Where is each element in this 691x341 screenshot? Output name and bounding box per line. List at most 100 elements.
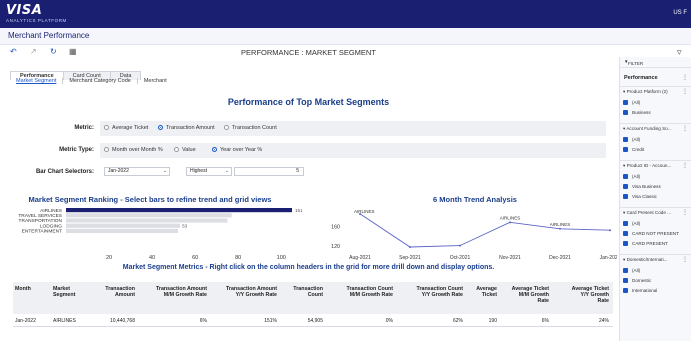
trend-point [609, 229, 611, 232]
checkbox-checked [623, 288, 628, 294]
filter-checkbox-item[interactable]: (All) [623, 100, 640, 106]
column-header[interactable]: Market Segment [53, 286, 93, 298]
filter-checkbox-item[interactable]: (All) [623, 174, 640, 180]
trend-line-chart: 160 120 Aug-2021 Sep-2021 Oct-2021 Nov-2021 De… [331, 209, 617, 261]
ranking-bar[interactable] [66, 213, 232, 218]
bar-selectors-row: Bar Chart Selectors: Jan-2022 ⌄ Highest ⌄ … [10, 165, 610, 180]
trend-point [459, 244, 461, 247]
count-input[interactable]: 5 [234, 167, 304, 176]
column-header-line: M/M Growth Rate [163, 292, 207, 299]
toolbar: ↶ ↗ ↻ ▦ PERFORMANCE : MARKET SEGMENT ▿ [0, 46, 689, 58]
table-cell: 6% [541, 318, 549, 324]
ranking-bar[interactable] [66, 218, 228, 223]
radio-average-ticket[interactable]: Average Ticket [104, 125, 148, 131]
filter-divider [620, 254, 691, 255]
filter-checkbox-item[interactable]: (All) [623, 137, 640, 143]
checkbox-checked [623, 174, 628, 180]
trend-point [509, 221, 511, 224]
column-header[interactable]: Average Ticket M/M Growth Rate [503, 286, 549, 305]
filter-group-title[interactable]: ▾ Card Present Code ... [623, 210, 671, 216]
column-header-line: Count [307, 292, 323, 299]
checkbox-checked [623, 231, 628, 237]
trend-point [409, 246, 411, 249]
point-label: AIRLINES [354, 209, 375, 214]
column-header[interactable]: Average Ticket [469, 286, 497, 298]
column-header[interactable]: Transaction Count M/M Growth Rate [329, 286, 394, 299]
filter-group-title[interactable]: ▾ Account Funding So... [623, 126, 672, 132]
more-icon[interactable]: ⋮ [682, 74, 688, 81]
radio-value[interactable]: Value [174, 147, 196, 153]
metric-type-row: Metric Type: Month over Month % Value Ye… [10, 143, 610, 158]
metric-label: Metric: [74, 125, 94, 131]
trend-point [559, 227, 561, 230]
table-cell: 6% [199, 318, 207, 324]
filter-checkbox-item[interactable]: CARD NOT PRESENT [623, 231, 679, 237]
table-cell: Jan-2022 [15, 318, 36, 324]
more-icon[interactable]: ⋮ [682, 125, 688, 132]
bar-category-label: LODGING [40, 223, 62, 229]
filter-checkbox-item[interactable]: Business [623, 110, 651, 116]
filter-group-title[interactable]: ▾ Product ID - Accoun... [623, 163, 671, 169]
radio-year-over-year[interactable]: Year over Year % [212, 147, 262, 153]
chevron-down-icon: ⌄ [162, 168, 167, 174]
filter-group-title[interactable]: ▾ Domestic/Internati... [623, 257, 667, 263]
filter-checkbox-item[interactable]: International [623, 288, 657, 294]
more-icon[interactable]: ⋮ [682, 256, 688, 263]
column-header[interactable]: Transaction Amount Y/Y Growth Rate [213, 286, 277, 298]
x-tick-label: Aug-2021 [349, 255, 371, 261]
column-header[interactable]: Transaction Count [283, 286, 323, 298]
x-tick-label: 100 [277, 255, 286, 261]
order-select[interactable]: Highest ⌄ [186, 167, 232, 176]
column-header-line: M/M Growth Rate [349, 292, 393, 299]
month-select[interactable]: Jan-2022 ⌄ [104, 167, 170, 176]
column-header[interactable]: Average Ticket Y/Y Growth Rate [555, 286, 609, 305]
filter-divider [620, 207, 691, 208]
bar-value-label: 151 [295, 208, 303, 213]
x-tick-label: 60 [192, 255, 198, 261]
ranking-bar[interactable] [66, 228, 178, 233]
ranking-bar[interactable] [66, 208, 292, 213]
trend-line [359, 213, 611, 248]
x-tick-label: Oct-2021 [450, 255, 471, 261]
subtab-market-segment[interactable]: Market Segment [14, 78, 64, 84]
filter-checkbox-item[interactable]: (All) [623, 221, 640, 227]
column-header[interactable]: Transaction Amount [97, 286, 135, 298]
main-tabs: Performance Card Count Data [10, 64, 142, 80]
more-icon[interactable]: ⋮ [682, 88, 688, 95]
ranking-bar[interactable] [66, 223, 181, 228]
radio-dot [104, 147, 109, 153]
subheader: Merchant Performance [0, 28, 691, 45]
filter-checkbox-item[interactable]: Visa Classic [623, 194, 657, 200]
column-header-line: Y/Y Growth Rate [421, 292, 463, 299]
more-icon[interactable]: ⋮ [682, 162, 688, 169]
radio-transaction-amount[interactable]: Transaction Amount [158, 125, 215, 131]
filter-divider [620, 86, 691, 87]
column-header[interactable]: Month [15, 286, 45, 292]
x-tick-label: 80 [235, 255, 241, 261]
y-tick-label: 120 [331, 244, 340, 250]
filter-checkbox-item[interactable]: Domestic [623, 278, 651, 284]
filter-header: ▼ FILTER [620, 57, 691, 68]
column-header[interactable]: Transaction Count Y/Y Growth Rate [399, 286, 464, 299]
radio-month-over-month[interactable]: Month over Month % [104, 147, 163, 153]
subtab-merchant[interactable]: Merchant [138, 78, 173, 84]
filter-checkbox-item[interactable]: CARD PRESENT [623, 241, 668, 247]
more-icon[interactable]: ⋮ [682, 209, 688, 216]
table-row[interactable]: Jan-2022 AIRLINES 10,440,768 6% 151% 54,905 0%… [13, 314, 613, 327]
filter-checkbox-item[interactable]: Credit [623, 147, 644, 153]
column-header[interactable]: Transaction Amount M/M Growth Rate [141, 286, 207, 298]
user-menu[interactable]: US F [673, 10, 687, 16]
subtab-merchant-category-code[interactable]: Merchant Category Code [63, 78, 138, 84]
sub-tabs: Market Segment Merchant Category Code Merc… [14, 78, 173, 84]
metric-type-label: Metric Type: [59, 147, 94, 153]
filter-checkbox-item[interactable]: Visa Business [623, 184, 661, 190]
radio-transaction-count[interactable]: Transaction Count [224, 125, 277, 131]
filter-divider [620, 123, 691, 124]
ranking-bar-chart[interactable]: AIRLINESTRAVEL SERVICESTRANSPORTATIONLOD… [0, 205, 320, 261]
table-cell: 0% [385, 318, 393, 324]
filter-checkbox-item[interactable]: (All) [623, 268, 640, 274]
table-cell: 54,905 [307, 318, 323, 324]
filter-group-title[interactable]: ▾ Product Platform (2) [623, 89, 668, 95]
bar-category-label: ENTERTAINMENT [22, 229, 62, 235]
x-tick-label: 20 [106, 255, 112, 261]
